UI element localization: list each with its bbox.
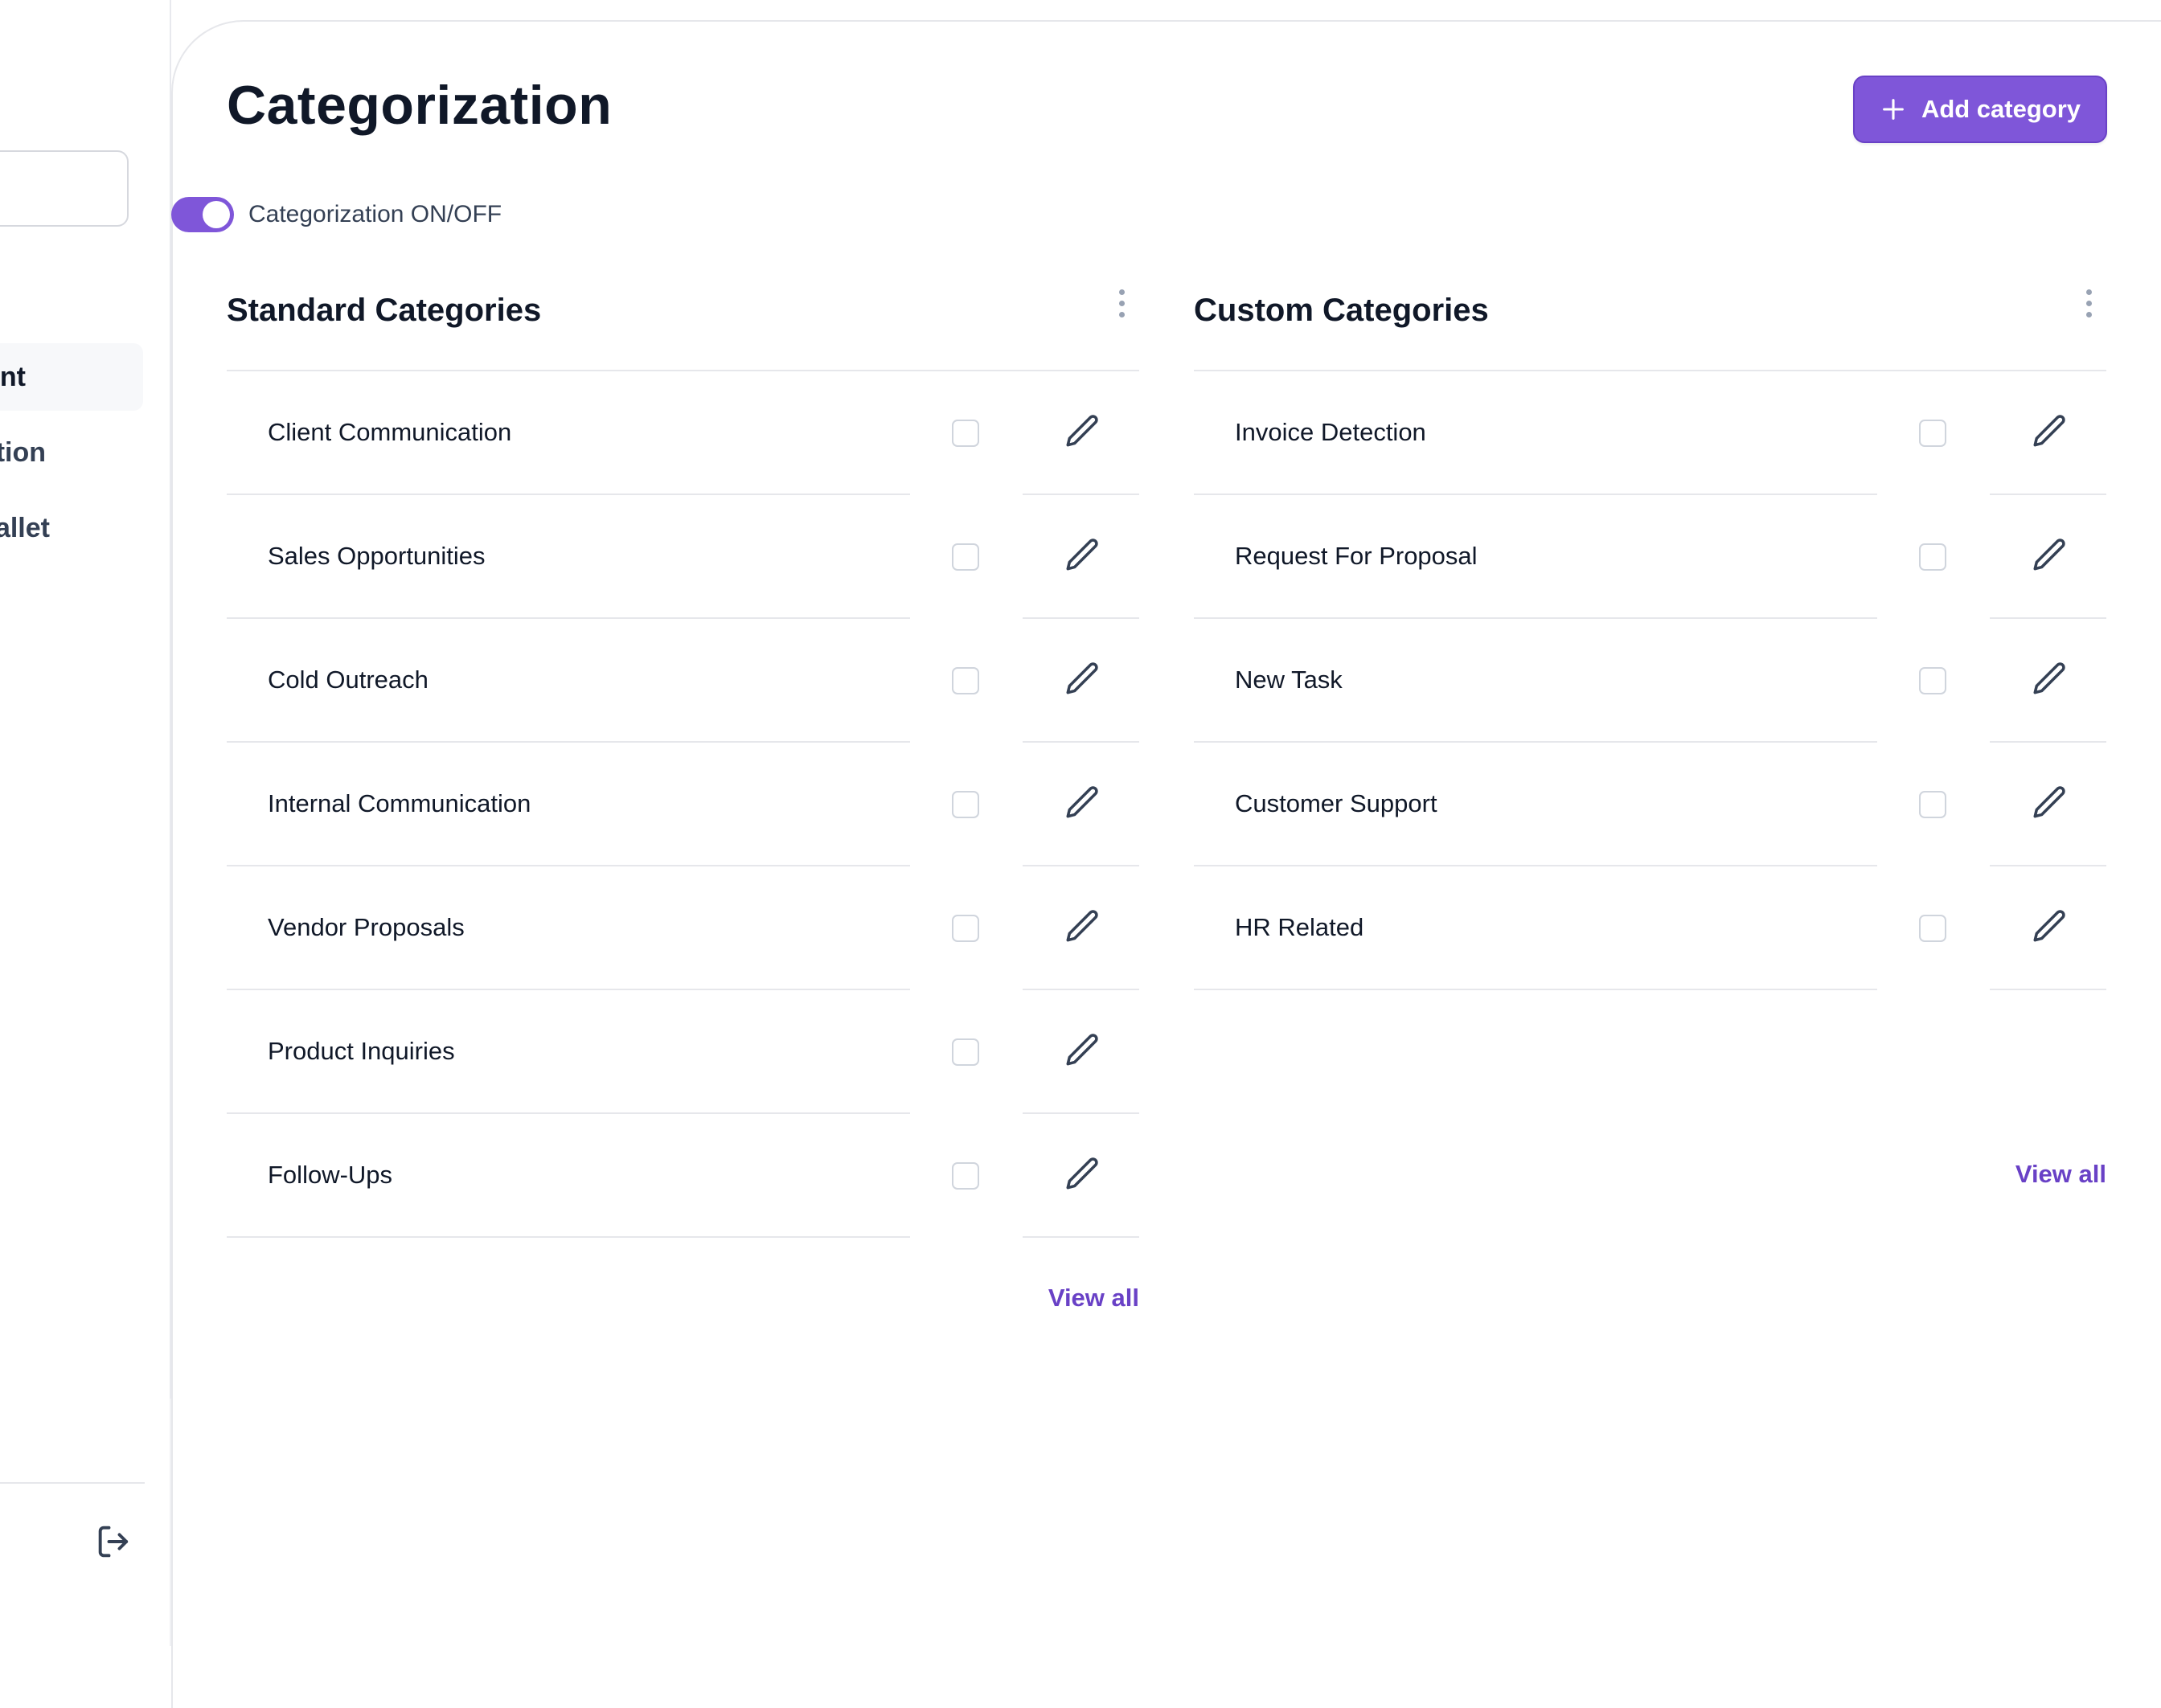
standard-categories-panel: Standard Categories Client Communication… [227, 281, 1139, 1312]
category-label: Request For Proposal [1235, 542, 1478, 570]
category-checkbox[interactable] [1919, 543, 1946, 571]
sidebar-item-wallet[interactable]: Wallet [0, 494, 143, 562]
custom-categories-panel: Custom Categories Invoice Detection Reque… [1194, 281, 2106, 1188]
toggle-knob [203, 201, 230, 228]
sidebar-item-categorization[interactable]: zation [0, 419, 143, 486]
category-label: HR Related [1235, 913, 1364, 941]
category-label: Product Inquiries [268, 1037, 455, 1065]
category-checkbox[interactable] [952, 791, 979, 818]
pencil-icon[interactable] [1063, 535, 1103, 575]
panel-title: Custom Categories [1194, 293, 1489, 328]
view-all-link[interactable]: View all [2015, 1160, 2106, 1189]
category-label: Cold Outreach [268, 666, 429, 694]
pencil-icon[interactable] [2030, 659, 2070, 699]
view-all-link[interactable]: View all [1048, 1284, 1139, 1313]
pencil-icon[interactable] [2030, 783, 2070, 823]
pencil-icon[interactable] [1063, 783, 1103, 823]
row-divider [1194, 989, 1877, 990]
category-checkbox[interactable] [952, 420, 979, 447]
row-divider [1023, 1236, 1139, 1238]
category-label: Client Communication [268, 418, 512, 446]
pencil-icon[interactable] [1063, 1154, 1103, 1194]
sidebar-search-input[interactable] [0, 150, 129, 227]
category-checkbox[interactable] [952, 1038, 979, 1066]
category-row: Cold Outreach [227, 619, 1139, 743]
category-row: Customer Support [1194, 743, 2106, 866]
sidebar-item-label: Wallet [0, 512, 50, 543]
category-row: Sales Opportunities [227, 495, 1139, 619]
category-label: Vendor Proposals [268, 913, 465, 941]
plus-icon [1883, 99, 1904, 120]
category-label: Internal Communication [268, 789, 531, 817]
category-row: Internal Communication [227, 743, 1139, 866]
pencil-icon[interactable] [1063, 412, 1103, 452]
category-checkbox[interactable] [1919, 915, 1946, 942]
category-checkbox[interactable] [952, 543, 979, 571]
pencil-icon[interactable] [2030, 907, 2070, 947]
page-title: Categorization [227, 75, 613, 136]
more-options-icon[interactable] [1113, 289, 1130, 325]
pencil-icon[interactable] [1063, 659, 1103, 699]
category-row: Client Communication [227, 371, 1139, 495]
sidebar-item-label: nent [0, 361, 26, 392]
category-checkbox[interactable] [952, 1162, 979, 1190]
row-divider [1990, 989, 2106, 990]
categorization-toggle[interactable] [171, 197, 234, 232]
category-label: New Task [1235, 666, 1343, 694]
category-row: New Task [1194, 619, 2106, 743]
categorization-toggle-row: Categorization ON/OFF [171, 197, 502, 232]
panel-header: Standard Categories [227, 281, 1139, 371]
pencil-icon[interactable] [2030, 412, 2070, 452]
pencil-icon[interactable] [1063, 1030, 1103, 1071]
sidebar-item-label: zation [0, 436, 46, 468]
category-label: Follow-Ups [268, 1161, 393, 1189]
sidebar: nent zation Wallet [0, 0, 170, 1646]
logout-icon[interactable] [93, 1521, 135, 1563]
panel-header: Custom Categories [1194, 281, 2106, 371]
category-label: Customer Support [1235, 789, 1437, 817]
category-list: Client Communication Sales Opportunities C… [227, 371, 1139, 1238]
sidebar-divider [0, 1482, 145, 1484]
category-row: Vendor Proposals [227, 866, 1139, 990]
add-category-button[interactable]: Add category [1853, 76, 2107, 143]
category-checkbox[interactable] [1919, 420, 1946, 447]
category-checkbox[interactable] [952, 667, 979, 694]
more-options-icon[interactable] [2081, 289, 2097, 325]
add-category-label: Add category [1921, 95, 2081, 123]
pencil-icon[interactable] [1063, 907, 1103, 947]
category-row: Product Inquiries [227, 990, 1139, 1114]
toggle-label: Categorization ON/OFF [248, 201, 502, 227]
category-row: HR Related [1194, 866, 2106, 990]
pencil-icon[interactable] [2030, 535, 2070, 575]
sidebar-item-management[interactable]: nent [0, 343, 143, 411]
category-checkbox[interactable] [952, 915, 979, 942]
category-label: Invoice Detection [1235, 418, 1426, 446]
category-row: Invoice Detection [1194, 371, 2106, 495]
category-checkbox[interactable] [1919, 791, 1946, 818]
category-list: Invoice Detection Request For Proposal New… [1194, 371, 2106, 990]
category-checkbox[interactable] [1919, 667, 1946, 694]
row-divider [227, 1236, 910, 1238]
category-row: Request For Proposal [1194, 495, 2106, 619]
panel-title: Standard Categories [227, 293, 542, 328]
category-label: Sales Opportunities [268, 542, 486, 570]
category-row: Follow-Ups [227, 1114, 1139, 1238]
